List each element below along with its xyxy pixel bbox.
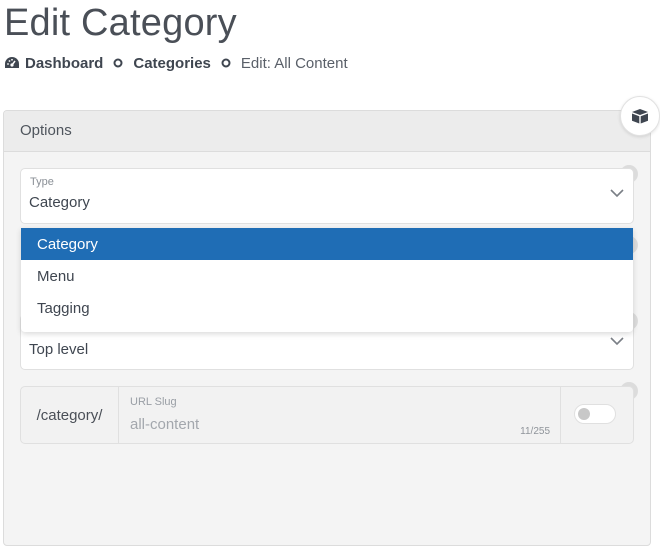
breadcrumb-categories-label: Categories [133,54,211,72]
url-slug-value: all-content [130,416,200,433]
url-slug-group: /category/ URL Slug all-content 11/255 [20,386,634,444]
box-action-button[interactable] [620,96,660,136]
breadcrumb-dashboard-label: Dashboard [25,54,104,72]
dropdown-option-menu[interactable]: Menu [21,260,633,292]
breadcrumb-separator-icon [221,58,231,68]
breadcrumb-current: Edit: All Content [240,54,348,72]
dropdown-option-tagging[interactable]: Tagging [21,292,633,324]
page-title: Edit Category [4,2,237,44]
breadcrumb-item-categories[interactable]: Categories [133,55,211,72]
url-slug-char-count: 11/255 [520,426,550,437]
type-select[interactable]: Type Category [20,168,634,224]
url-prefix: /category/ [21,387,119,443]
dashboard-icon [5,57,19,68]
type-value: Category [29,194,90,211]
box-icon [632,109,648,124]
chevron-down-icon [610,337,624,346]
url-slug-label: URL Slug [130,396,177,408]
toggle-knob [578,408,590,420]
breadcrumb-item-dashboard[interactable]: Dashboard [4,55,103,72]
url-slug-input[interactable]: URL Slug all-content 11/255 [119,387,561,443]
breadcrumb: Dashboard Categories Edit: All Content [4,53,348,73]
chevron-down-icon [610,189,624,198]
options-card-header: Options [4,111,650,152]
type-label: Type [30,176,54,188]
breadcrumb-separator-icon [113,58,123,68]
url-toggle-cell [561,387,633,443]
type-dropdown-menu: Category Menu Tagging [21,228,633,332]
url-slug-toggle[interactable] [574,404,616,424]
dropdown-option-category[interactable]: Category [21,228,633,260]
parent-value: Top level [29,341,89,358]
